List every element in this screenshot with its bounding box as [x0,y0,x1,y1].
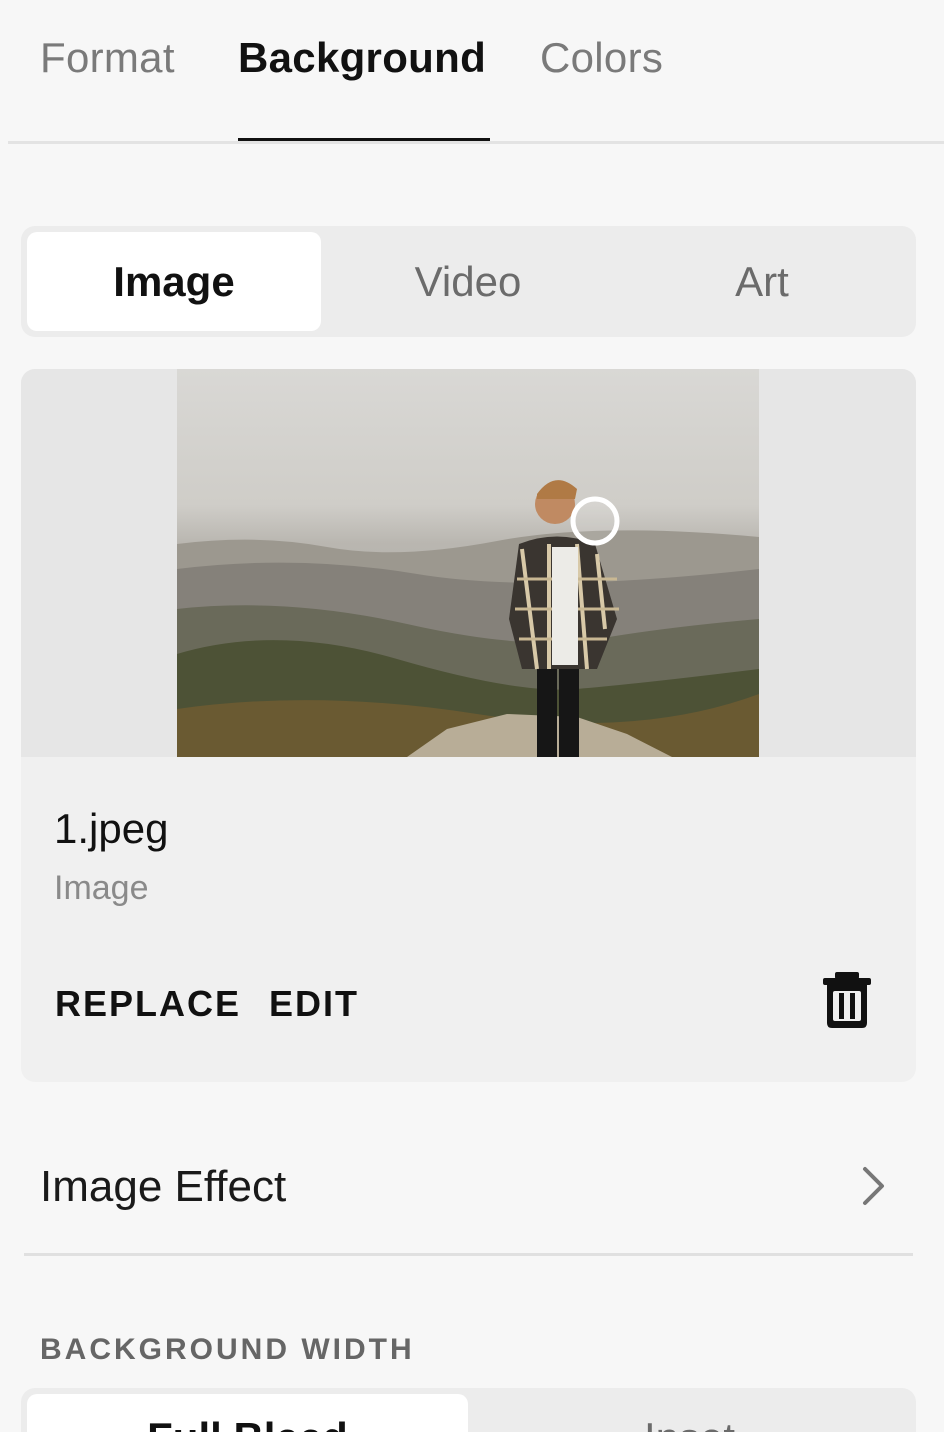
background-settings-panel: Format Background Colors Image Video Art [0,0,944,1432]
row-divider [24,1253,913,1256]
chevron-right-icon [863,1167,884,1205]
media-option-art-label: Art [735,257,789,305]
media-option-video-label: Video [414,257,522,305]
tab-background[interactable]: Background [238,34,490,144]
tab-background-label: Background [238,34,487,81]
image-card: 1.jpeg Image REPLACE EDIT [21,369,916,1082]
media-option-art[interactable]: Art [615,232,909,331]
file-type: Image [54,869,149,907]
tab-colors[interactable]: Colors [540,34,663,144]
focal-point-circle-icon[interactable] [570,496,620,546]
image-effect-label: Image Effect [40,1162,287,1211]
edit-button[interactable]: EDIT [269,983,359,1025]
width-option-full-bleed-label: Full Bleed [147,1414,348,1432]
image-effect-row[interactable]: Image Effect [24,1120,913,1256]
image-thumbnail[interactable] [177,369,759,757]
media-option-image[interactable]: Image [27,232,321,331]
width-option-inset-label: Inset [644,1414,735,1432]
background-width-heading: BACKGROUND WIDTH [40,1333,415,1366]
file-name: 1.jpeg [54,805,169,852]
trash-icon[interactable] [821,971,873,1029]
tab-format[interactable]: Format [40,34,175,144]
replace-button[interactable]: REPLACE [55,983,241,1025]
tab-colors-label: Colors [540,34,664,81]
tab-format-label: Format [40,34,175,81]
media-type-selector: Image Video Art [21,226,916,337]
width-option-inset[interactable]: Inset [469,1394,910,1432]
top-tab-bar: Format Background Colors [0,0,944,145]
tab-divider [8,141,944,144]
width-option-full-bleed[interactable]: Full Bleed [27,1394,468,1432]
media-option-image-label: Image [113,257,235,305]
media-option-video[interactable]: Video [321,232,615,331]
background-width-selector: Full Bleed Inset [21,1388,916,1432]
image-preview-area [21,369,916,757]
